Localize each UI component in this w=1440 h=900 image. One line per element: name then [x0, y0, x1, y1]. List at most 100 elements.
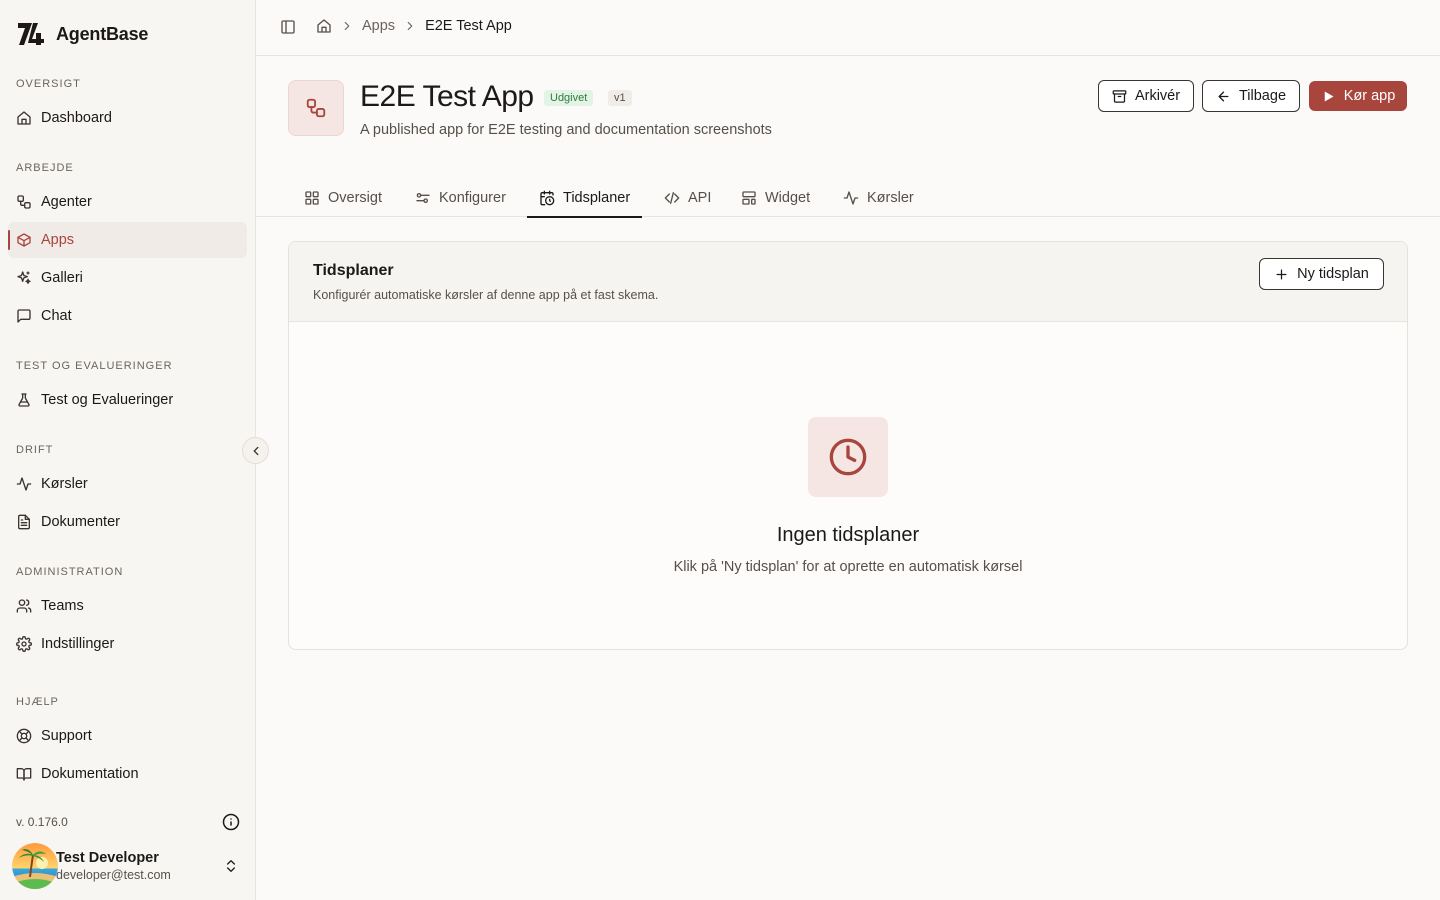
breadcrumb-apps[interactable]: Apps [362, 18, 395, 34]
flask-icon [18, 393, 30, 407]
play-icon [1324, 91, 1334, 101]
sidebar-item-support[interactable]: Support [8, 718, 247, 754]
empty-state-title: Ingen tidsplaner [776, 524, 920, 546]
status-badge: Udgivet [544, 90, 594, 106]
sidebar-item-label: Teams [41, 598, 84, 614]
archive-icon [1112, 89, 1127, 103]
sidebar-item-dokumentation[interactable]: Dokumentation [8, 756, 247, 792]
schedules-title: Tidsplaner [313, 262, 394, 279]
section-label-oversigt: OVERSIGT [16, 78, 81, 90]
sparkles-icon [17, 271, 31, 284]
app-description: A published app for E2E testing and docu… [360, 122, 772, 138]
sidebar-collapse-button[interactable] [242, 437, 269, 464]
sidebar-item-teams[interactable]: Teams [8, 588, 247, 624]
schedules-card-header: Tidsplaner Konfigurér automatiske kørsle… [289, 242, 1407, 322]
tab-label: Oversigt [328, 189, 382, 206]
topbar: Apps E2E Test App [256, 0, 1440, 56]
sidebar-item-galleri[interactable]: Galleri [8, 260, 247, 296]
sidebar-item-label: Galleri [41, 270, 83, 286]
layout-template-icon [742, 190, 756, 205]
new-schedule-label: Ny tidsplan [1297, 266, 1369, 282]
sliders-icon [416, 192, 430, 203]
home-icon [17, 111, 31, 125]
section-label-hjaelp: HJÆLP [16, 696, 59, 708]
code-icon [664, 191, 680, 204]
run-app-button[interactable]: Kør app [1309, 81, 1407, 111]
sidebar-item-chat[interactable]: Chat [8, 298, 247, 334]
user-email: developer@test.com [56, 868, 171, 882]
user-name: Test Developer [56, 850, 159, 866]
panel-left-icon[interactable] [280, 19, 296, 35]
back-button[interactable]: Tilbage [1202, 80, 1300, 112]
sidebar-item-indstillinger[interactable]: Indstillinger [8, 626, 247, 662]
tab-widget[interactable]: Widget [729, 178, 822, 217]
section-label-arbejde: ARBEJDE [16, 162, 74, 174]
sidebar-item-apps[interactable]: Apps [8, 222, 247, 258]
tab-label: Konfigurer [439, 189, 506, 206]
sidebar-item-test-og-evalueringer[interactable]: Test og Evalueringer [8, 382, 247, 418]
archive-label: Arkivér [1134, 88, 1181, 104]
home-icon[interactable] [316, 18, 332, 34]
activity-icon [16, 477, 32, 491]
layout-grid-icon [305, 190, 319, 205]
tab-korsler[interactable]: Kørsler [831, 178, 926, 217]
life-buoy-icon [16, 728, 32, 744]
sidebar-item-label: Kørsler [41, 476, 88, 492]
app-version: v. 0.176.0 [16, 815, 68, 829]
book-open-icon [16, 768, 32, 781]
tab-label: Tidsplaner [563, 189, 631, 206]
brand[interactable]: AgentBase [16, 20, 148, 48]
arrow-left-icon [1218, 91, 1229, 101]
sidebar-item-label: Agenter [41, 194, 92, 210]
sidebar-item-dashboard[interactable]: Dashboard [8, 100, 247, 136]
clock-icon [829, 438, 867, 476]
sidebar-item-label: Chat [41, 308, 72, 324]
sidebar: AgentBase OVERSIGT Dashboard ARBEJDE Age… [0, 0, 256, 900]
sidebar-item-dokumenter[interactable]: Dokumenter [8, 504, 247, 540]
activity-icon [843, 190, 859, 205]
new-schedule-button[interactable]: Ny tidsplan [1259, 258, 1384, 290]
tab-oversigt[interactable]: Oversigt [292, 178, 394, 217]
sidebar-item-korsler[interactable]: Kørsler [8, 466, 247, 502]
section-label-drift: DRIFT [16, 444, 54, 456]
settings-icon [16, 636, 32, 652]
archive-button[interactable]: Arkivér [1098, 80, 1194, 112]
section-label-administration: ADMINISTRATION [16, 566, 124, 578]
info-icon[interactable] [222, 813, 240, 831]
workflow-icon [306, 98, 326, 118]
empty-state-text: Klik på 'Ny tidsplan' for at oprette en … [673, 559, 1023, 575]
agentbase-logo-icon [18, 23, 44, 45]
tab-konfigurer[interactable]: Konfigurer [403, 178, 518, 217]
calendar-clock-icon [540, 190, 555, 205]
sidebar-item-agenter[interactable]: Agenter [8, 184, 247, 220]
user-menu[interactable]: Test Developer developer@test.com [12, 842, 248, 890]
chevron-right-icon [407, 21, 413, 31]
chevrons-up-down-icon [227, 860, 235, 872]
tab-bar: Oversigt Konfigurer Tidsplaner API Widge… [256, 178, 1440, 218]
message-square-icon [17, 309, 31, 323]
tab-label: Kørsler [867, 189, 914, 206]
users-icon [16, 599, 32, 613]
tab-label: API [688, 189, 712, 206]
back-label: Tilbage [1238, 88, 1287, 104]
sidebar-item-label: Apps [41, 232, 75, 248]
chevron-right-icon [344, 21, 350, 31]
sidebar-item-label: Dokumenter [41, 514, 120, 530]
breadcrumb: Apps E2E Test App [316, 18, 512, 34]
schedules-card: Tidsplaner Konfigurér automatiske kørsle… [288, 241, 1408, 650]
plus-icon [1276, 269, 1287, 279]
run-label: Kør app [1343, 88, 1396, 104]
breadcrumb-current: E2E Test App [425, 18, 512, 34]
schedules-subtitle: Konfigurér automatiske kørsler af denne … [313, 288, 659, 302]
tab-api[interactable]: API [652, 178, 723, 217]
sidebar-item-label: Test og Evalueringer [41, 392, 174, 408]
version-badge: v1 [608, 90, 632, 106]
app-icon [288, 80, 344, 136]
workflow-icon [17, 195, 31, 209]
empty-state-icon [808, 417, 888, 497]
chevron-left-icon [253, 446, 258, 455]
sidebar-item-label: Dashboard [41, 110, 112, 126]
sidebar-item-label: Indstillinger [41, 636, 115, 652]
tab-label: Widget [765, 189, 811, 206]
tab-tidsplaner[interactable]: Tidsplaner [527, 178, 643, 218]
